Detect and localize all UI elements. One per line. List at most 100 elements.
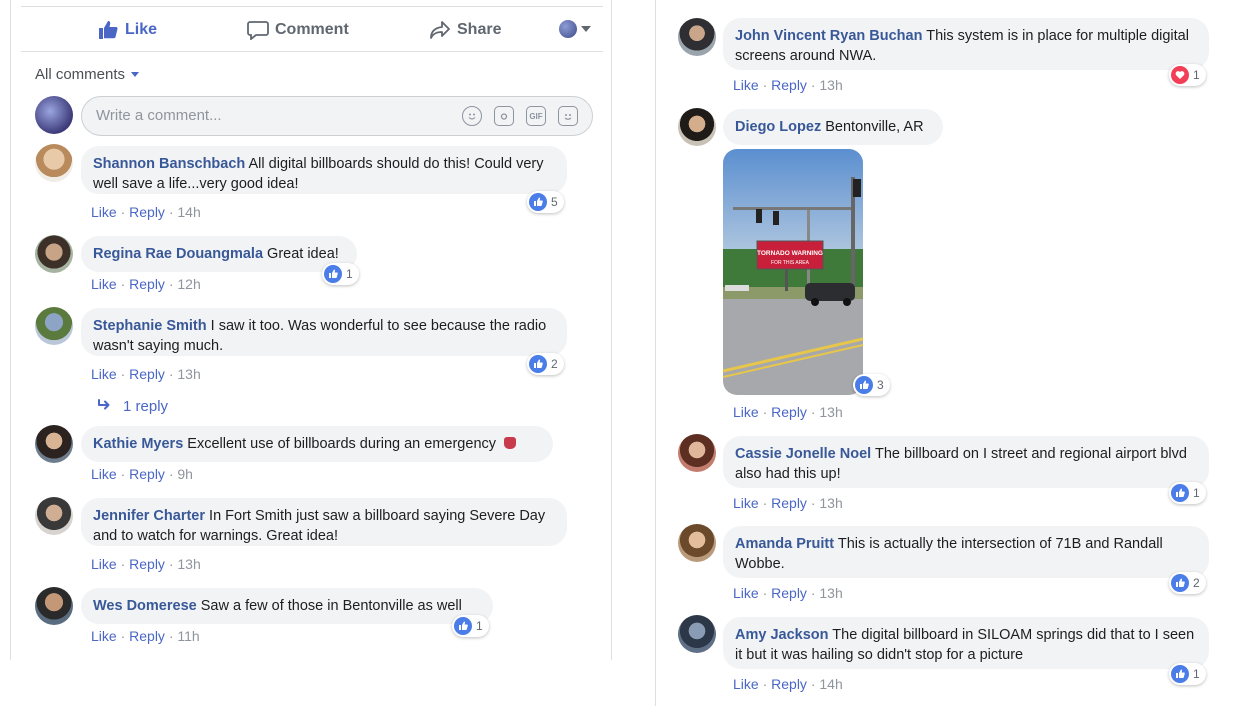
- comment-label: Comment: [275, 21, 349, 38]
- like-reaction-icon: [454, 617, 472, 635]
- avatar[interactable]: [35, 587, 73, 625]
- avatar[interactable]: [35, 235, 73, 273]
- comment-meta: Like · Reply · 13h: [91, 556, 201, 572]
- comment-author[interactable]: Cassie Jonelle Noel: [735, 446, 871, 462]
- reaction-count[interactable]: 5: [527, 191, 564, 213]
- comment-like-link[interactable]: Like: [91, 366, 117, 382]
- comment-author[interactable]: Amanda Pruitt: [735, 536, 834, 552]
- comment-reply-link[interactable]: Reply: [771, 77, 807, 93]
- comment-reply-link[interactable]: Reply: [771, 676, 807, 692]
- reaction-count[interactable]: 1: [1169, 64, 1206, 86]
- comment-timestamp: 13h: [177, 556, 201, 572]
- left-comment-panel: Like Comment Share All comments Write a …: [10, 0, 612, 660]
- avatar[interactable]: [678, 615, 716, 653]
- comment-like-link[interactable]: Like: [733, 77, 759, 93]
- love-reaction-icon: [1171, 66, 1189, 84]
- comment-timestamp: 13h: [819, 495, 843, 511]
- comment-bubble: Diego Lopez Bentonville, AR: [723, 109, 943, 145]
- avatar[interactable]: [35, 497, 73, 535]
- comment-like-link[interactable]: Like: [91, 556, 117, 572]
- comment-bubble: Amanda Pruitt This is actually the inter…: [723, 526, 1209, 578]
- like-button[interactable]: Like: [97, 7, 157, 53]
- comment-reply-link[interactable]: Reply: [771, 404, 807, 420]
- reaction-count[interactable]: 1: [1169, 482, 1206, 504]
- comment-reply-link[interactable]: Reply: [129, 466, 165, 482]
- avatar[interactable]: [678, 434, 716, 472]
- avatar[interactable]: [678, 18, 716, 56]
- comment-reply-link[interactable]: Reply: [129, 276, 165, 292]
- camera-icon[interactable]: [494, 106, 514, 126]
- reaction-count[interactable]: 1: [452, 615, 489, 637]
- profile-thumbnail-icon: [559, 20, 577, 38]
- comment-like-link[interactable]: Like: [91, 276, 117, 292]
- view-replies-link[interactable]: 1 reply: [97, 398, 168, 415]
- comment-like-link[interactable]: Like: [91, 628, 117, 644]
- comment-filter-dropdown[interactable]: All comments: [35, 66, 140, 83]
- billboard-photo: TORNADO WARNING FOR THIS AREA: [723, 149, 863, 395]
- comment-author[interactable]: Wes Domerese: [93, 598, 197, 614]
- reaction-count[interactable]: 2: [1169, 572, 1206, 594]
- comment-meta: Like · Reply · 9h: [91, 466, 193, 482]
- reply-arrow-icon: [97, 398, 111, 415]
- comment-meta: Like · Reply · 12h: [91, 276, 201, 292]
- avatar[interactable]: [35, 307, 73, 345]
- comment-author[interactable]: Amy Jackson: [735, 627, 829, 643]
- like-reaction-icon: [1171, 484, 1189, 502]
- comment-photo[interactable]: TORNADO WARNING FOR THIS AREA: [723, 149, 863, 395]
- comment-reply-link[interactable]: Reply: [129, 204, 165, 220]
- comment-like-link[interactable]: Like: [733, 585, 759, 601]
- comment-bubble: Regina Rae Douangmala Great idea!: [81, 236, 357, 272]
- reaction-number: 5: [551, 195, 558, 209]
- comment-meta: Like · Reply · 13h: [91, 366, 201, 382]
- comment-like-link[interactable]: Like: [91, 204, 117, 220]
- reaction-count[interactable]: 1: [322, 263, 359, 285]
- comment-as-selector[interactable]: [559, 20, 591, 38]
- reaction-count[interactable]: 1: [1169, 663, 1206, 685]
- like-reaction-icon: [1171, 665, 1189, 683]
- comment-author[interactable]: Kathie Myers: [93, 436, 183, 452]
- comment-author[interactable]: Jennifer Charter: [93, 508, 205, 524]
- reaction-number: 3: [877, 378, 884, 392]
- comment-author[interactable]: Stephanie Smith: [93, 318, 207, 334]
- comment-bubble: Stephanie Smith I saw it too. Was wonder…: [81, 308, 567, 356]
- comment-timestamp: 13h: [819, 77, 843, 93]
- comment-author[interactable]: John Vincent Ryan Buchan: [735, 28, 922, 44]
- comment-author[interactable]: Regina Rae Douangmala: [93, 246, 263, 262]
- comment-like-link[interactable]: Like: [91, 466, 117, 482]
- comment-timestamp: 11h: [177, 628, 200, 644]
- comment-like-link[interactable]: Like: [733, 495, 759, 511]
- comment-reply-link[interactable]: Reply: [129, 556, 165, 572]
- comment-reply-link[interactable]: Reply: [129, 628, 165, 644]
- comment-reply-link[interactable]: Reply: [129, 366, 165, 382]
- avatar[interactable]: [678, 108, 716, 146]
- comment-composer[interactable]: Write a comment... GIF: [81, 96, 593, 136]
- comment-text: Great idea!: [267, 246, 339, 262]
- comment-meta: Like · Reply · 13h: [733, 77, 843, 93]
- comment-button[interactable]: Comment: [247, 7, 349, 53]
- avatar[interactable]: [35, 425, 73, 463]
- emoji-icon[interactable]: [462, 106, 482, 126]
- comment-like-link[interactable]: Like: [733, 676, 759, 692]
- comment-like-link[interactable]: Like: [733, 404, 759, 420]
- like-label: Like: [125, 21, 158, 38]
- like-reaction-icon: [529, 355, 547, 373]
- comment-reply-link[interactable]: Reply: [771, 495, 807, 511]
- like-reaction-icon: [855, 376, 873, 394]
- comment-bubble: Shannon Banschbach All digital billboard…: [81, 146, 567, 194]
- comment-author[interactable]: Shannon Banschbach: [93, 156, 245, 172]
- comment-input[interactable]: Write a comment...: [96, 107, 222, 124]
- avatar[interactable]: [678, 524, 716, 562]
- share-button[interactable]: Share: [429, 7, 501, 53]
- comment-reply-link[interactable]: Reply: [771, 585, 807, 601]
- reaction-count[interactable]: 3: [853, 374, 890, 396]
- reaction-number: 1: [476, 619, 483, 633]
- comment-bubble: Amy Jackson The digital billboard in SIL…: [723, 617, 1209, 669]
- reaction-number: 1: [1193, 68, 1200, 82]
- view-replies-label: 1 reply: [123, 398, 169, 415]
- avatar[interactable]: [35, 144, 73, 182]
- gif-icon[interactable]: GIF: [526, 106, 546, 126]
- right-comment-panel: John Vincent Ryan Buchan This system is …: [655, 0, 1234, 706]
- sticker-icon[interactable]: [558, 106, 578, 126]
- reaction-count[interactable]: 2: [527, 353, 564, 375]
- comment-author[interactable]: Diego Lopez: [735, 119, 821, 135]
